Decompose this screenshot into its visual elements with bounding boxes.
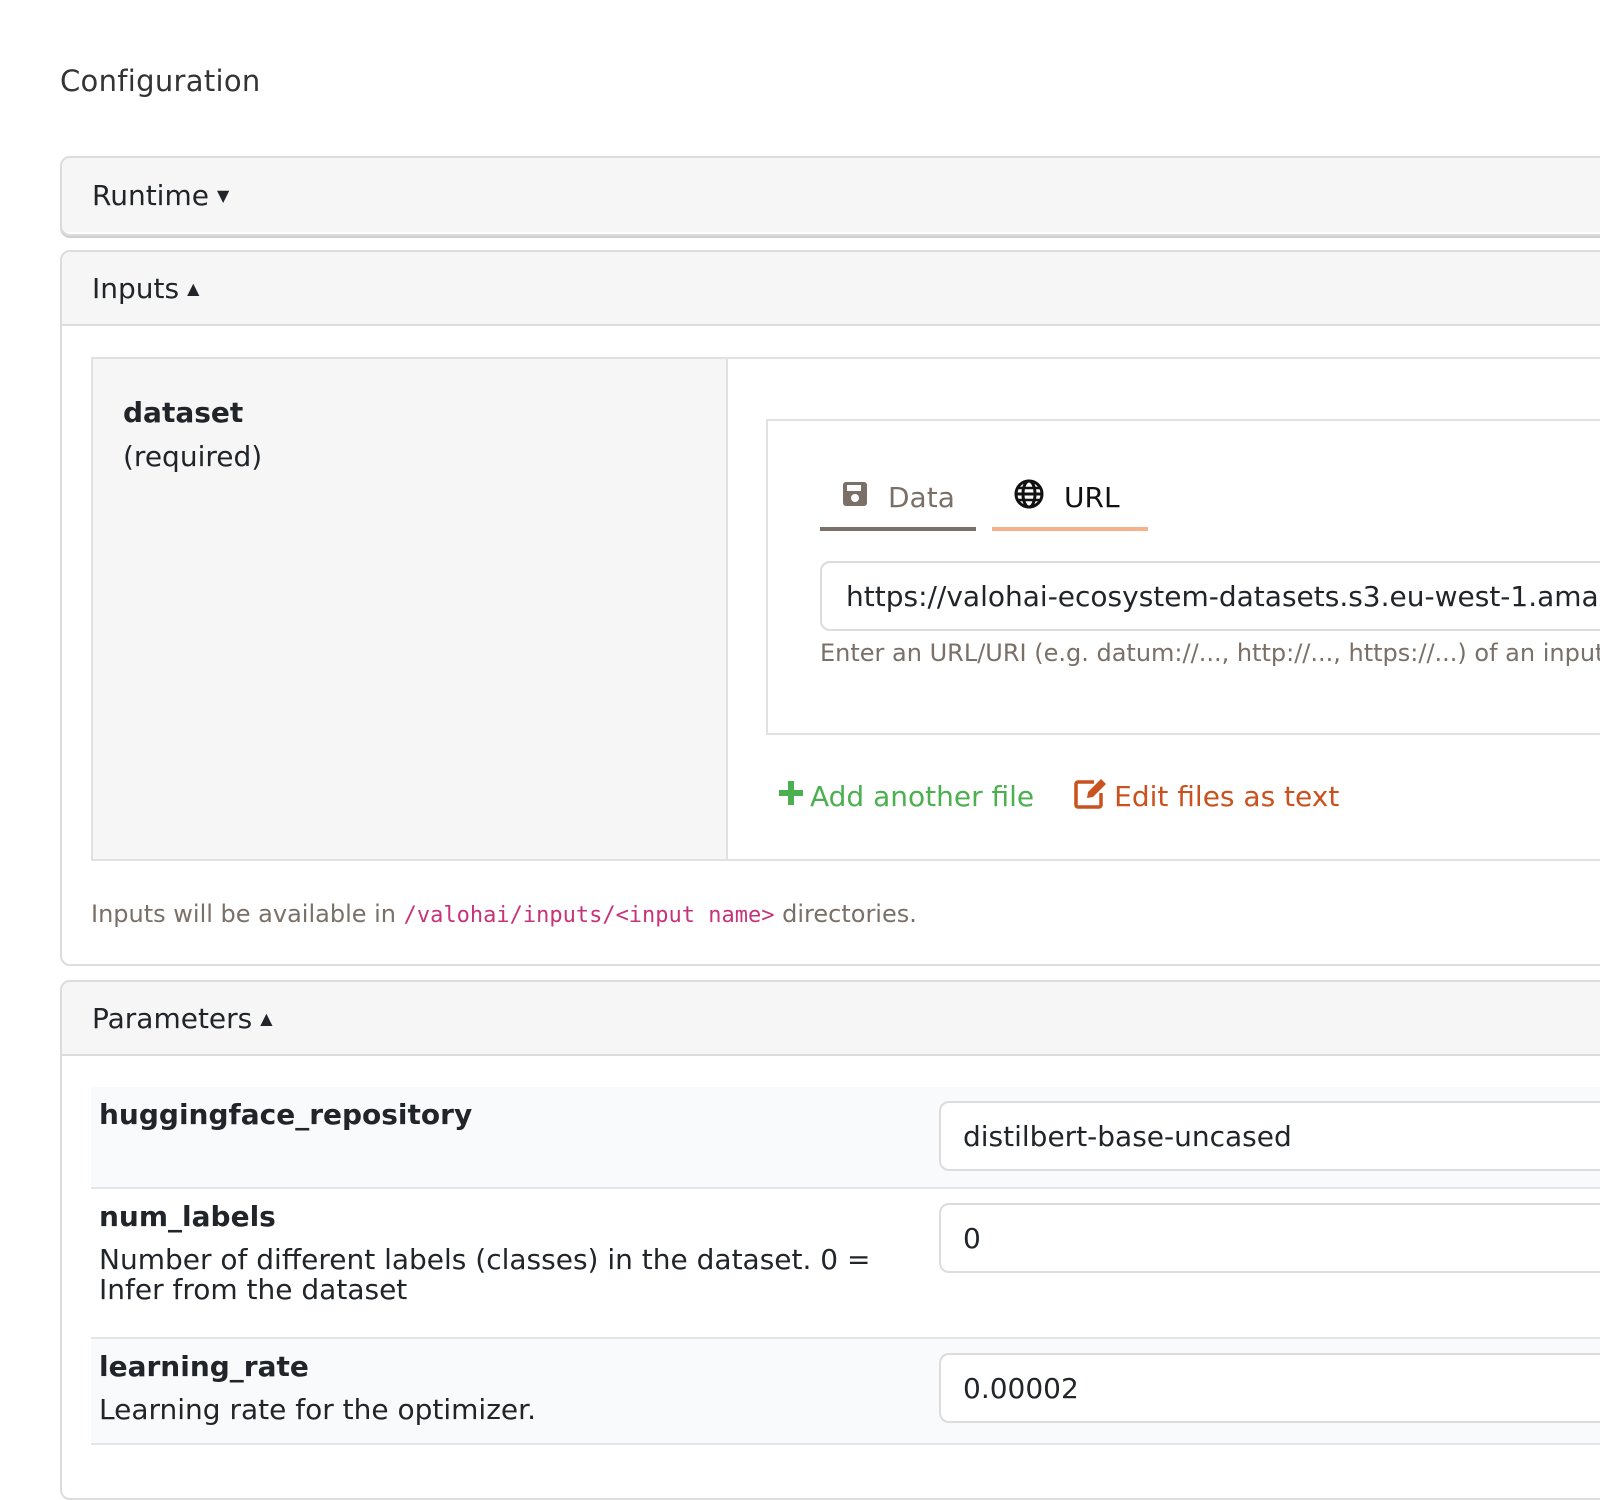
add-another-file-button[interactable]: Add another file [778, 780, 1034, 813]
caret-up-icon: ▲ [260, 1008, 273, 1028]
url-help-text: Enter an URL/URI (e.g. datum://..., http… [820, 639, 1600, 667]
parameters-toggle[interactable]: Parameters ▲ [62, 982, 1600, 1056]
input-value-cell: Data URL https://valohai-ecosystem-datas… [728, 359, 1600, 859]
input-row-dataset: dataset (required) Data URL https://valo… [91, 357, 1600, 861]
tab-url[interactable]: URL [992, 467, 1148, 531]
tab-data-label: Data [888, 480, 955, 514]
plus-icon [778, 780, 810, 813]
tab-url-label: URL [1064, 480, 1120, 514]
parameter-row: num_labels Number of different labels (c… [91, 1189, 1600, 1339]
parameter-description: Learning rate for the optimizer. [99, 1393, 536, 1426]
edit-icon [1074, 777, 1114, 816]
page-title: Configuration [60, 64, 261, 98]
caret-up-icon: ▲ [187, 278, 200, 298]
inputs-toggle[interactable]: Inputs ▲ [62, 252, 1600, 326]
source-tabs: Data URL [820, 467, 1164, 531]
parameter-row: learning_rate Learning rate for the opti… [91, 1339, 1600, 1445]
parameters-section: Parameters ▲ huggingface_repository num_… [60, 980, 1600, 1500]
input-name: dataset [123, 396, 244, 429]
parameter-name: learning_rate [99, 1350, 309, 1383]
inputs-path-code: /valohai/inputs/<input name> [403, 903, 775, 928]
runtime-toggle[interactable]: Runtime ▼ [62, 158, 1600, 232]
parameter-label: learning_rate Learning rate for the opti… [99, 1349, 919, 1425]
input-required-label: (required) [123, 440, 263, 473]
edit-files-as-text-label: Edit files as text [1114, 780, 1340, 813]
inputs-note-prefix: Inputs will be available in [91, 900, 404, 928]
parameter-description: Number of different labels (classes) in … [99, 1243, 871, 1306]
add-another-file-label: Add another file [810, 780, 1035, 813]
inputs-note: Inputs will be available in /valohai/inp… [91, 900, 917, 928]
parameter-row: huggingface_repository [91, 1087, 1600, 1189]
floppy-disk-icon [842, 481, 888, 514]
parameter-name: huggingface_repository [99, 1098, 473, 1131]
input-source-box: Data URL https://valohai-ecosystem-datas… [766, 419, 1600, 735]
globe-icon [1014, 479, 1064, 516]
caret-down-icon: ▼ [216, 185, 230, 205]
tab-data[interactable]: Data [820, 467, 976, 531]
input-actions: Add another file Edit files as text [778, 777, 1379, 816]
runtime-section: Runtime ▼ [60, 156, 1600, 236]
num-labels-input[interactable] [939, 1203, 1600, 1273]
inputs-section: Inputs ▲ dataset (required) Data URL htt… [60, 250, 1600, 966]
inputs-note-suffix: directories. [774, 900, 917, 928]
edit-files-as-text-button[interactable]: Edit files as text [1074, 777, 1339, 816]
inputs-label: Inputs [92, 271, 180, 305]
parameter-name: num_labels [99, 1200, 276, 1233]
url-input[interactable] [820, 561, 1600, 631]
runtime-label: Runtime [92, 178, 209, 212]
parameter-label: num_labels Number of different labels (c… [99, 1199, 919, 1305]
parameter-label: huggingface_repository [99, 1097, 919, 1133]
learning-rate-input[interactable] [939, 1353, 1600, 1423]
huggingface-repository-input[interactable] [939, 1101, 1600, 1171]
input-label-cell: dataset (required) [93, 359, 728, 859]
parameters-label: Parameters [92, 1001, 253, 1035]
